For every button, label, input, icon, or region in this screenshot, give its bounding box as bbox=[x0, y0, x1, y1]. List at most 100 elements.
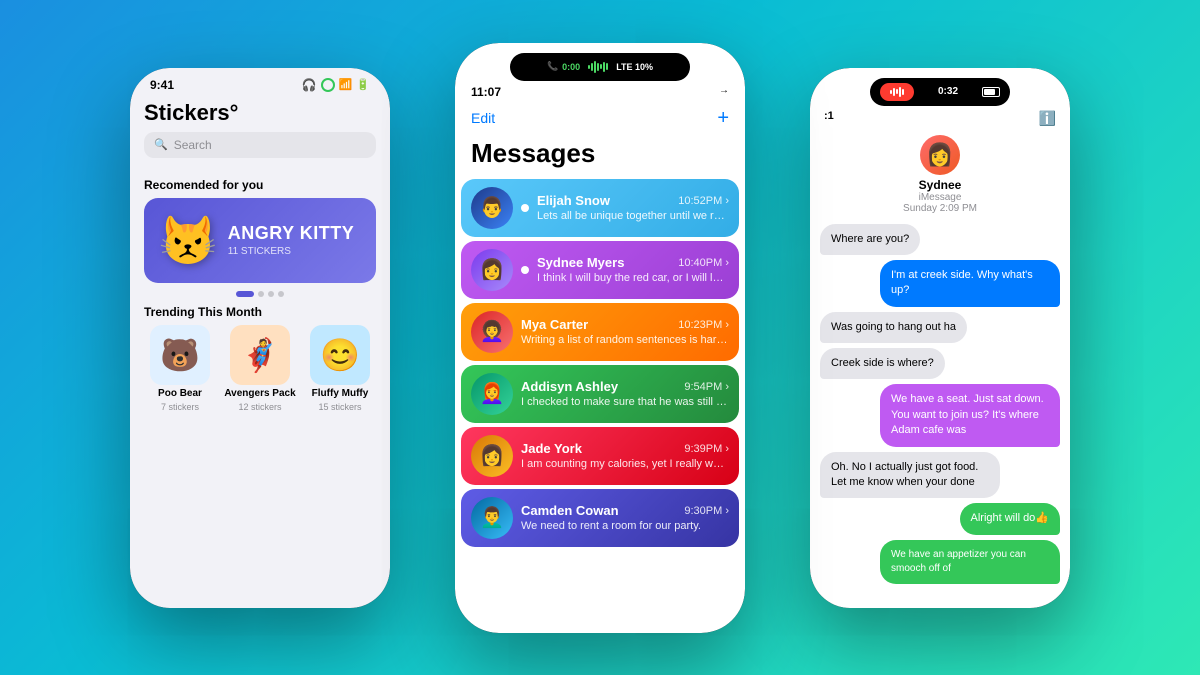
center-status-bar: 11:07 → bbox=[455, 85, 745, 101]
battery-fill-right bbox=[984, 89, 995, 95]
avatar-camden: 👨‍🦱 bbox=[471, 497, 513, 539]
search-icon: 🔍 bbox=[154, 138, 168, 151]
msg-name-3: Addisyn Ashley bbox=[521, 379, 618, 394]
wifi-icon: 📶 bbox=[339, 78, 353, 91]
message-row-5[interactable]: 👨‍🦱 Camden Cowan 9:30PM › We need to ren… bbox=[461, 489, 739, 547]
center-time: 11:07 bbox=[471, 85, 501, 99]
left-time: 9:41 bbox=[150, 78, 174, 92]
bubble-6: Alright will do👍 bbox=[960, 503, 1061, 534]
msg-time-1: 10:40PM › bbox=[678, 257, 729, 269]
unread-dot-1 bbox=[521, 266, 529, 274]
bubble-5: Oh. No I actually just got food. Let me … bbox=[820, 452, 1000, 499]
avatar-mya: 👩‍🦱 bbox=[471, 311, 513, 353]
center-status-right: → bbox=[719, 85, 729, 99]
dot-3 bbox=[268, 291, 274, 297]
msg-preview-3: I checked to make sure that he was still… bbox=[521, 396, 729, 408]
dot-4 bbox=[278, 291, 284, 297]
bubble-0: Where are you? bbox=[820, 224, 920, 255]
featured-count: 11 STICKERS bbox=[228, 246, 355, 257]
dots-indicator bbox=[144, 291, 376, 297]
ring-icon bbox=[321, 78, 335, 92]
wave-bar-3 bbox=[594, 61, 596, 73]
msg-time-0: 10:52PM › bbox=[678, 195, 729, 207]
stickers-content: Recomended for you 😾 ANGRY KITTY 11 STIC… bbox=[130, 170, 390, 608]
message-row-0[interactable]: 👨 Elijah Snow 10:52PM › Lets all be uniq… bbox=[461, 179, 739, 237]
right-dynamic-island: 0:32 bbox=[870, 78, 1010, 106]
featured-emoji: 😾 bbox=[158, 212, 218, 269]
trending-item-2[interactable]: 😊 Fluffy Muffy 15 stickers bbox=[304, 325, 376, 412]
trending-item-1[interactable]: 🦸 Avengers Pack 12 stickers bbox=[224, 325, 296, 412]
message-row-2[interactable]: 👩‍🦱 Mya Carter 10:23PM › Writing a list … bbox=[461, 303, 739, 361]
chat-messages: Where are you? I'm at creek side. Why wh… bbox=[810, 218, 1070, 608]
trending-label: Trending This Month bbox=[144, 305, 376, 319]
msg-name-4: Jade York bbox=[521, 441, 582, 456]
msg-header-4: Jade York 9:39PM › bbox=[521, 441, 729, 456]
avatar-sydnee: 👩 bbox=[471, 249, 513, 291]
messages-header: Edit + bbox=[455, 101, 745, 138]
message-row-1[interactable]: 👩 Sydnee Myers 10:40PM › I think I will … bbox=[461, 241, 739, 299]
msg-header-2: Mya Carter 10:23PM › bbox=[521, 317, 729, 332]
msg-content-4: Jade York 9:39PM › I am counting my calo… bbox=[521, 441, 729, 470]
recommended-label: Recomended for you bbox=[144, 178, 376, 192]
search-placeholder: Search bbox=[174, 138, 212, 152]
trending-item-0[interactable]: 🐻 Poo Bear 7 stickers bbox=[144, 325, 216, 412]
recording-pill bbox=[880, 83, 914, 101]
featured-name: ANGRY KITTY bbox=[228, 223, 355, 244]
bubble-2: Was going to hang out ha bbox=[820, 312, 967, 343]
msg-content-2: Mya Carter 10:23PM › Writing a list of r… bbox=[521, 317, 729, 346]
phone-center: 📞 0:00 LTE 10% 11:07 → bbox=[455, 43, 745, 633]
msg-content-3: Addisyn Ashley 9:54PM › I checked to mak… bbox=[521, 379, 729, 408]
trending-name-2: Fluffy Muffy bbox=[312, 388, 369, 399]
battery-right bbox=[982, 87, 1000, 97]
wave-bar-5 bbox=[600, 64, 602, 69]
rw-5 bbox=[902, 89, 904, 95]
msg-name-0: Elijah Snow bbox=[537, 193, 610, 208]
search-bar[interactable]: 🔍 Search bbox=[144, 132, 376, 158]
wave-bar-2 bbox=[591, 63, 593, 71]
msg-time-2: 10:23PM › bbox=[678, 319, 729, 331]
trending-grid: 🐻 Poo Bear 7 stickers 🦸 Avengers Pack 12… bbox=[144, 325, 376, 412]
di-wave bbox=[588, 61, 608, 73]
msg-header-0: Elijah Snow 10:52PM › bbox=[537, 193, 729, 208]
msg-name-1: Sydnee Myers bbox=[537, 255, 624, 270]
message-row-3[interactable]: 👩‍🦰 Addisyn Ashley 9:54PM › I checked to… bbox=[461, 365, 739, 423]
wave-bar-4 bbox=[597, 63, 599, 71]
bubble-7: We have an appetizer you can smooch off … bbox=[880, 540, 1060, 584]
dynamic-island: 📞 0:00 LTE 10% bbox=[510, 53, 690, 81]
msg-header-1: Sydnee Myers 10:40PM › bbox=[537, 255, 729, 270]
trending-count-1: 12 stickers bbox=[238, 402, 281, 412]
avatar-elijah: 👨 bbox=[471, 187, 513, 229]
recording-wave bbox=[890, 87, 904, 97]
left-status-icons: 🎧 📶 🔋 bbox=[302, 78, 370, 92]
wave-bar-6 bbox=[603, 62, 605, 72]
msg-name-5: Camden Cowan bbox=[521, 503, 619, 518]
trending-count-0: 7 stickers bbox=[161, 402, 199, 412]
msg-preview-0: Lets all be unique together until we rea… bbox=[537, 210, 729, 222]
stickers-header: Stickers° 🔍 Search bbox=[130, 96, 390, 170]
stickers-screen: 9:41 🎧 📶 🔋 Stickers° 🔍 Se bbox=[130, 68, 390, 608]
wave-bar-7 bbox=[606, 63, 608, 70]
trending-name-0: Poo Bear bbox=[158, 388, 202, 399]
msg-header-5: Camden Cowan 9:30PM › bbox=[521, 503, 729, 518]
messages-title: Messages bbox=[455, 138, 745, 177]
featured-card[interactable]: 😾 ANGRY KITTY 11 STICKERS bbox=[144, 198, 376, 283]
battery-icon: 🔋 bbox=[356, 78, 370, 91]
bubble-1: I'm at creek side. Why what's up? bbox=[880, 260, 1060, 307]
msg-content-1: Sydnee Myers 10:40PM › I think I will bu… bbox=[537, 255, 729, 284]
dot-1 bbox=[236, 291, 254, 297]
timer-display: 0:32 bbox=[938, 86, 958, 97]
msg-preview-2: Writing a list of random sentences is ha… bbox=[521, 334, 729, 346]
message-row-4[interactable]: 👩 Jade York 9:39PM › I am counting my ca… bbox=[461, 427, 739, 485]
stickers-title: Stickers° bbox=[144, 100, 376, 126]
msg-preview-5: We need to rent a room for our party. bbox=[521, 520, 729, 532]
msg-time-4: 9:39PM › bbox=[684, 443, 729, 455]
wave-bar-1 bbox=[588, 65, 590, 69]
edit-button[interactable]: Edit bbox=[471, 110, 495, 126]
compose-button[interactable]: + bbox=[717, 107, 729, 130]
msg-header-3: Addisyn Ashley 9:54PM › bbox=[521, 379, 729, 394]
rw-4 bbox=[899, 87, 901, 97]
rw-1 bbox=[890, 90, 892, 94]
chat-timestamp: Sunday 2:09 PM bbox=[903, 203, 977, 214]
bubble-3: Creek side is where? bbox=[820, 348, 945, 379]
info-btn[interactable]: ℹ️ bbox=[1039, 110, 1056, 127]
